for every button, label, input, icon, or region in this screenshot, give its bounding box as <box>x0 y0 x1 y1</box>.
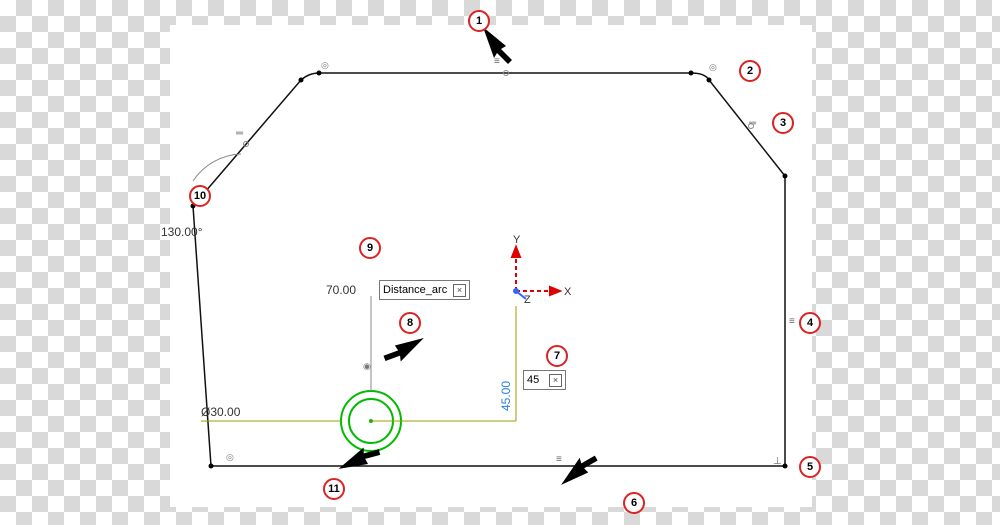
dia-dimension-text: Ø30.00 <box>201 405 241 419</box>
equal-constraint-icon: ═ <box>749 118 755 129</box>
callout-5: 5 <box>799 456 821 478</box>
origin-csys: Y X Z <box>512 234 572 306</box>
sketch-canvas[interactable]: 130.00° Ø30.00 70.00 Y X Z 45.00 <box>170 25 812 507</box>
dimension-value-input-box[interactable]: × <box>523 370 566 390</box>
callout-10: 10 <box>189 185 211 207</box>
vertical-constraint-icon: ≡ <box>789 316 794 327</box>
dimension-name-input[interactable] <box>383 283 451 297</box>
callout-8: 8 <box>399 312 421 334</box>
vertex[interactable] <box>689 71 694 76</box>
tangent-constraint-icon: ◎ <box>709 62 717 73</box>
callout-6: 6 <box>623 492 645 514</box>
vertex[interactable] <box>783 464 788 469</box>
vertex[interactable] <box>783 174 788 179</box>
sketch-svg: 130.00° Ø30.00 70.00 Y X Z <box>171 26 811 506</box>
vertex[interactable] <box>299 78 304 83</box>
dim-45-text: 45.00 <box>499 381 513 411</box>
dimension-name-input-box[interactable]: × <box>379 280 470 300</box>
vertex[interactable] <box>317 71 322 76</box>
perpendicular-constraint-icon: ⊥ <box>773 456 781 467</box>
svg-text:Z: Z <box>524 294 531 306</box>
callout-7: 7 <box>546 345 568 367</box>
dim-70-text: 70.00 <box>326 283 356 297</box>
callout-4: 4 <box>799 312 821 334</box>
callout-9: 9 <box>359 237 381 259</box>
dimension-value-input[interactable] <box>527 373 547 387</box>
callout-2: 2 <box>739 60 761 82</box>
callout-1: 1 <box>468 10 490 32</box>
svg-text:Y: Y <box>513 234 521 246</box>
vertex[interactable] <box>209 464 214 469</box>
angle-dimension-text: 130.00° <box>161 225 203 239</box>
clear-name-icon[interactable]: × <box>453 284 466 297</box>
callout-11: 11 <box>323 478 345 500</box>
tangent-constraint-icon: ◎ <box>226 452 234 463</box>
equal-constraint-icon: ═ <box>236 128 242 139</box>
horizontal-constraint-icon: ≡ <box>556 454 561 465</box>
svg-text:X: X <box>564 286 572 298</box>
vertex[interactable] <box>707 78 712 83</box>
tangent-constraint-icon: ◎ <box>321 60 329 71</box>
profile-outline <box>193 73 785 466</box>
callout-3: 3 <box>772 112 794 134</box>
clear-value-icon[interactable]: × <box>549 374 562 387</box>
coincident-constraint-icon: ◉ <box>363 361 371 372</box>
